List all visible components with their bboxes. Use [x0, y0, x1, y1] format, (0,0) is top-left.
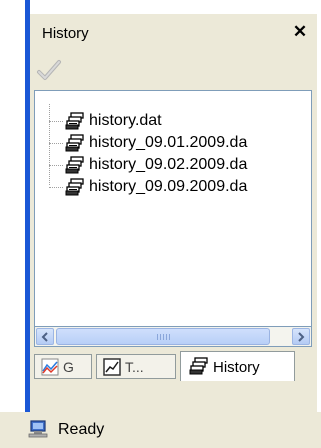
tree-item-history-dat[interactable]: history.dat [49, 110, 311, 132]
chevron-left-icon [41, 332, 48, 342]
chevron-right-icon [298, 332, 305, 342]
tree-item-label: history_09.02.2009.da [89, 156, 248, 173]
tree-item-label: history_09.09.2009.da [89, 178, 248, 195]
database-icon [65, 112, 85, 130]
tab-history[interactable]: History [180, 351, 295, 381]
tree-item-history-09-01[interactable]: history_09.01.2009.da [49, 132, 311, 154]
panel-title-bar: History ✕ [30, 14, 317, 51]
network-computer-icon [28, 418, 50, 440]
status-bar: Ready [0, 412, 321, 448]
scroll-left-button[interactable] [36, 328, 54, 345]
checkmark-icon[interactable] [35, 57, 63, 83]
panel-toolbar [30, 51, 317, 88]
tab-graph[interactable]: G [34, 354, 92, 379]
tab-label: T... [125, 359, 144, 375]
tab-trend[interactable]: T... [96, 354, 176, 379]
trend-icon [103, 358, 121, 376]
database-icon [65, 156, 85, 174]
close-button[interactable]: ✕ [290, 22, 310, 42]
window-right-gutter [317, 0, 321, 412]
scroll-thumb[interactable] [56, 328, 270, 345]
history-tree[interactable]: history.dat history_09.01.2009.da histor… [34, 90, 312, 327]
scroll-grip [157, 334, 171, 340]
tree-item-label: history_09.01.2009.da [89, 134, 248, 151]
tree-item-label: history.dat [89, 112, 162, 129]
history-panel: History ✕ history.dat history_09.01.2009… [30, 14, 317, 412]
tab-label: G [63, 359, 74, 375]
horizontal-scrollbar[interactable] [34, 327, 312, 347]
database-icon [189, 357, 208, 375]
tree-item-history-09-02[interactable]: history_09.02.2009.da [49, 154, 311, 176]
panel-title: History [42, 25, 89, 42]
tab-label: History [213, 359, 260, 376]
database-icon [65, 178, 85, 196]
database-icon [65, 134, 85, 152]
panel-tabs: G T... History [30, 351, 317, 385]
tree-item-history-09-09[interactable]: history_09.09.2009.da [49, 176, 311, 198]
scroll-right-button[interactable] [292, 328, 310, 345]
status-text: Ready [58, 421, 105, 438]
app-window: History ✕ history.dat history_09.01.2009… [0, 0, 321, 448]
chart-icon [41, 358, 59, 376]
